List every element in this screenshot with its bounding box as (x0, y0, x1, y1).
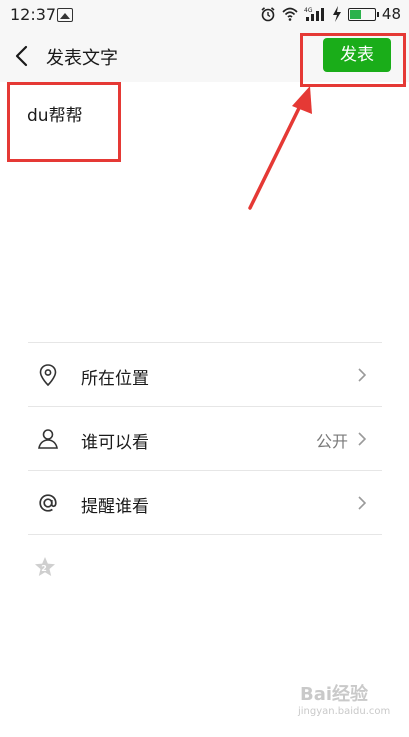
watermark-url: jingyan.baidu.com (298, 706, 391, 717)
watermark-brand: Bai经验 (300, 684, 369, 705)
svg-text:2: 2 (41, 564, 47, 573)
chevron-right-icon (358, 432, 366, 446)
post-options-panel: 所在位置 谁可以看 公开 提醒谁看 2 Bai经验 jingyan.baidu.… (0, 342, 409, 737)
battery-icon (347, 7, 379, 21)
option-row-remind[interactable]: 提醒谁看 (28, 470, 382, 534)
option-value-visibility: 公开 (315, 432, 348, 451)
option-label-location: 所在位置 (81, 369, 149, 389)
network-label: 4G (304, 7, 313, 14)
battery-percent: 48 (381, 5, 401, 23)
battery-fill (349, 9, 361, 19)
at-icon (39, 494, 57, 512)
alarm-clock-icon (261, 7, 275, 22)
page-title: 发表文字 (46, 48, 118, 69)
location-pin-icon (39, 364, 57, 387)
wechat-post-text-screen: 12:37 4G 48 发表文字 发表 du帮帮 所在位置 谁可以看 公开 提醒… (0, 0, 409, 737)
option-label-visibility: 谁可以看 (81, 433, 149, 453)
baidu-jingyan-watermark: Bai经验 jingyan.baidu.com (290, 680, 402, 722)
annotation-box-publish (300, 33, 406, 87)
back-arrow-icon[interactable] (12, 44, 32, 68)
chevron-right-icon (358, 496, 366, 510)
person-icon (38, 429, 58, 449)
signal-icon: 4G (304, 7, 324, 21)
option-row-visibility[interactable]: 谁可以看 公开 (28, 406, 382, 470)
option-label-remind: 提醒谁看 (81, 497, 149, 517)
annotation-arrow (248, 86, 312, 210)
wifi-icon (282, 7, 298, 21)
chevron-right-icon (358, 368, 366, 382)
option-row-location[interactable]: 所在位置 (28, 342, 382, 406)
star-emoji-icon[interactable]: 2 (33, 555, 57, 579)
status-bar: 12:37 4G 48 (0, 0, 409, 30)
status-time: 12:37 (10, 5, 57, 24)
options-divider (28, 534, 382, 535)
image-notification-icon (57, 8, 73, 22)
status-right-group: 4G 48 (260, 5, 401, 23)
charging-bolt-icon (332, 6, 341, 22)
annotation-box-text (7, 82, 121, 162)
